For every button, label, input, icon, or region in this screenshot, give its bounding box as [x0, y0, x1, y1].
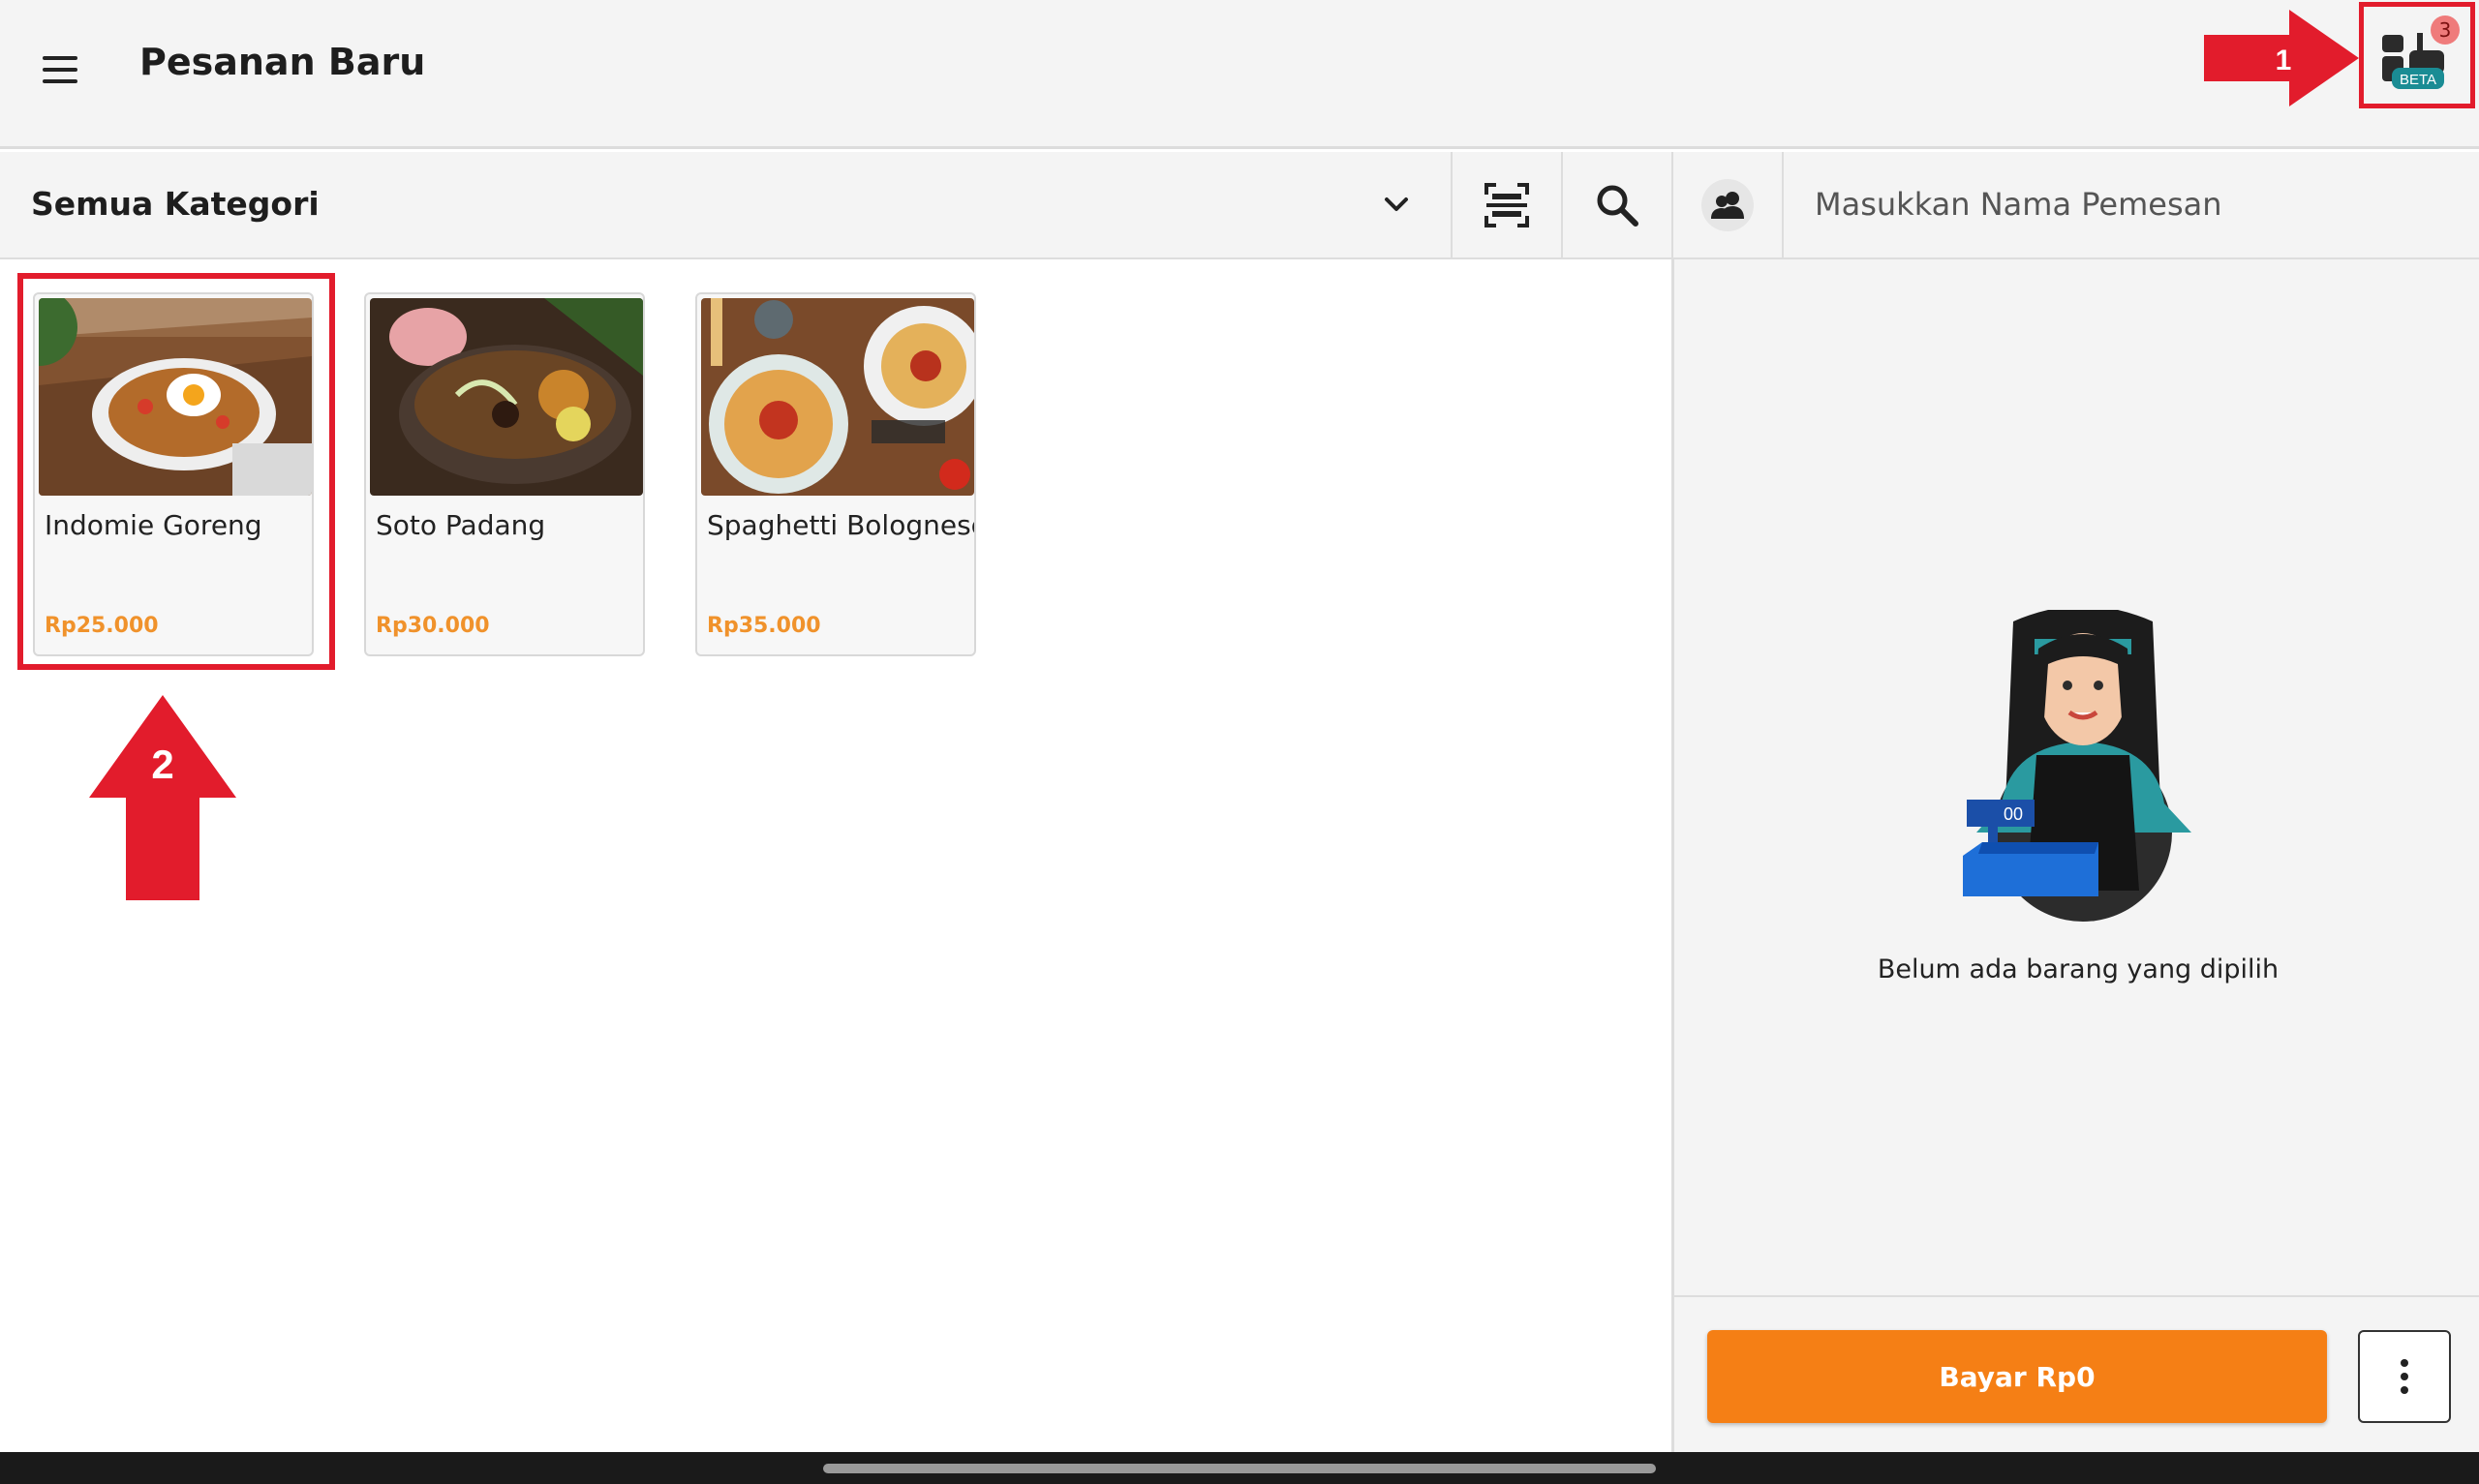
- system-navigation-bar: [0, 1452, 2479, 1484]
- product-image-spaghetti-bolognese: [701, 298, 974, 496]
- product-card-spaghetti-bolognese[interactable]: Spaghetti Bolognese Rp35.000: [695, 292, 976, 656]
- search-icon: [1597, 185, 1638, 227]
- page-title: Pesanan Baru: [139, 41, 426, 83]
- cart-footer: Bayar Rp0: [1674, 1295, 2479, 1452]
- app-bar: Pesanan Baru 1 BETA 3: [0, 0, 2479, 149]
- toolbar: Semua Kategori: [0, 152, 2479, 259]
- category-label: Semua Kategori: [31, 185, 320, 223]
- annotation-step-1-label: 1: [2276, 45, 2292, 76]
- product-card-soto-padang[interactable]: Soto Padang Rp30.000: [364, 292, 645, 656]
- hamburger-menu-icon[interactable]: [43, 43, 97, 97]
- notification-count-badge: 3: [2431, 15, 2460, 45]
- cart-panel: 00 Belum ada barang yang dipilih Bayar R…: [1671, 259, 2479, 1452]
- cashier-illustration: 00: [1963, 610, 2191, 922]
- annotation-arrow-1: 1: [2204, 10, 2359, 106]
- customer-button[interactable]: [1671, 152, 1782, 257]
- empty-cart-message: Belum ada barang yang dipilih: [1877, 954, 2280, 984]
- product-card-indomie-goreng[interactable]: Indomie Goreng Rp25.000: [33, 292, 314, 656]
- annotation-step-2-label: 2: [151, 742, 173, 787]
- search-button[interactable]: [1561, 152, 1671, 257]
- barcode-scan-icon: [1484, 182, 1529, 227]
- customer-icon: [1701, 178, 1754, 231]
- more-vertical-icon[interactable]: [2358, 1330, 2451, 1423]
- chevron-down-icon: [1385, 197, 1408, 211]
- product-price: Rp25.000: [45, 614, 159, 638]
- product-price: Rp35.000: [707, 614, 821, 638]
- product-name: Spaghetti Bolognese: [707, 509, 976, 541]
- product-image-indomie-goreng: [39, 298, 312, 496]
- product-image-soto-padang: [370, 298, 643, 496]
- product-grid: Indomie Goreng Rp25.000 Soto Padang Rp30…: [0, 259, 1671, 1452]
- register-display: 00: [2004, 804, 2023, 824]
- scan-button[interactable]: [1451, 152, 1561, 257]
- product-price: Rp30.000: [376, 614, 490, 638]
- customer-name-field-wrapper: [1782, 152, 2479, 257]
- pay-button[interactable]: Bayar Rp0: [1707, 1330, 2327, 1423]
- customer-name-input[interactable]: [1815, 175, 2454, 233]
- app-window: Pesanan Baru 1 BETA 3 Semua Kategori Mas…: [0, 0, 2479, 1484]
- category-dropdown[interactable]: Semua Kategori: [0, 152, 1451, 257]
- product-name: Soto Padang: [376, 509, 546, 541]
- annotation-arrow-2: 2: [89, 695, 236, 900]
- beta-label: BETA: [2400, 72, 2436, 88]
- home-gesture-handle[interactable]: [823, 1464, 1656, 1473]
- product-name: Indomie Goreng: [45, 509, 262, 541]
